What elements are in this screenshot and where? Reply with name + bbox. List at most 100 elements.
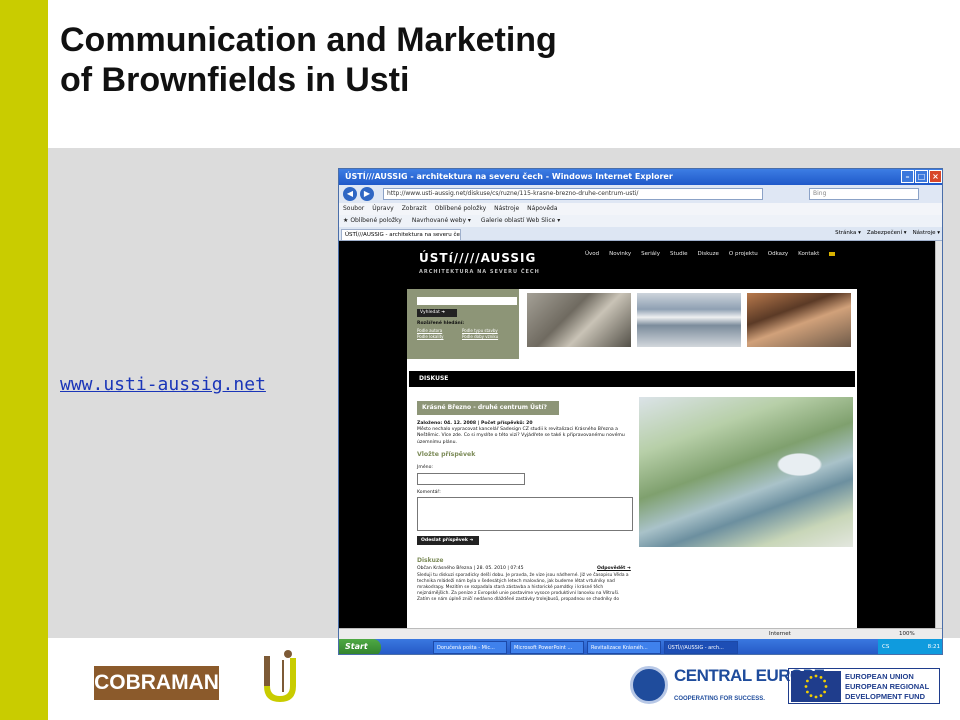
browser-title-bar: ÚSTÍ///AUSSIG - architektura na severu č… [339, 169, 942, 185]
nav-item[interactable]: Diskuze [698, 251, 719, 257]
nav-item[interactable]: Kontakt [798, 251, 819, 257]
building-photo [637, 293, 741, 347]
safety-menu[interactable]: Zabezpečení ▾ [867, 230, 907, 236]
search-input[interactable]: Bing [809, 188, 919, 200]
web-page: ÚSTí/////AUSSIG ARCHITEKTURA NA SEVERU Č… [339, 241, 937, 628]
menu-item[interactable]: Oblíbené položky [435, 205, 487, 213]
building-photo [747, 293, 851, 347]
menu-bar: Soubor Úpravy Zobrazit Oblíbené položky … [339, 203, 942, 215]
browser-tab[interactable]: ÚSTÍ///AUSSIG - architektura na severu č… [341, 229, 461, 241]
favorites-button[interactable]: ★ Oblíbené položky [343, 217, 402, 225]
comment-body: Sleduji tu diskuzi sporadicky delší dobu… [417, 573, 629, 602]
taskbar-items: Doručená pošta - Mic... Microsoft PowerP… [433, 641, 738, 654]
language-flag-icon[interactable] [829, 252, 836, 256]
discussion-meta: Založeno: 04. 12. 2008 | Počet příspěvků… [417, 421, 533, 426]
zoom-level[interactable]: 100% [899, 631, 915, 637]
website-link[interactable]: www.usti-aussig.net [60, 374, 266, 395]
page-menu[interactable]: Stránka ▾ [835, 230, 861, 236]
nav-item[interactable]: O projektu [729, 251, 758, 257]
tab-row: ÚSTÍ///AUSSIG - architektura na severu č… [339, 227, 942, 241]
name-label: Jméno: [417, 465, 433, 470]
name-field[interactable] [417, 473, 525, 485]
close-icon[interactable]: × [929, 170, 942, 183]
site-logo[interactable]: ÚSTí/////AUSSIG [419, 251, 536, 265]
command-bar: Stránka ▾ Zabezpečení ▾ Nástroje ▾ [835, 230, 940, 236]
site-tagline: ARCHITEKTURA NA SEVERU ČECH [419, 269, 540, 275]
browser-screenshot: ÚSTÍ///AUSSIG - architektura na severu č… [338, 168, 943, 655]
menu-item[interactable]: Zobrazit [402, 205, 427, 213]
favorites-item[interactable]: Galerie oblastí Web Slice ▾ [481, 217, 560, 225]
comment-label: Komentář: [417, 490, 441, 495]
eu-line: EUROPEAN UNION [845, 672, 914, 681]
post-form-heading: Vložte příspěvek [417, 451, 476, 458]
nav-item[interactable]: Seriály [641, 251, 660, 257]
taskbar-item[interactable]: Doručená pošta - Mic... [433, 641, 507, 654]
search-link[interactable]: Podle typu stavby [462, 328, 512, 333]
site-search-input[interactable] [417, 297, 517, 305]
site-content: Vyhledat ➜ Rozšířené hledání: Podle auto… [407, 289, 857, 628]
slide-title: Communication and Marketing of Brownfiel… [60, 20, 940, 100]
nav-item[interactable]: Novinky [609, 251, 631, 257]
menu-item[interactable]: Úpravy [372, 205, 393, 213]
window-controls: – □ × [901, 170, 942, 183]
forward-icon[interactable]: ▶ [360, 187, 374, 201]
maximize-icon[interactable]: □ [915, 170, 928, 183]
header-photos [527, 293, 851, 347]
favorites-bar: ★ Oblíbené položky Navrhované weby ▾ Gal… [339, 215, 942, 227]
discussion-heading: Diskuze [417, 557, 444, 564]
address-bar: ◀ ▶ http://www.usti-aussig.net/diskuse/c… [339, 185, 942, 203]
url-field[interactable]: http://www.usti-aussig.net/diskuse/cs/ru… [383, 188, 763, 200]
discussion-intro: Založeno: 04. 12. 2008 | Počet příspěvků… [417, 421, 625, 446]
menu-item[interactable]: Nápověda [527, 205, 557, 213]
reply-link[interactable]: Odpovědět ➜ [597, 566, 631, 571]
clock: 8:21 [927, 644, 940, 650]
building-photo [527, 293, 631, 347]
eu-flag-icon [791, 671, 841, 702]
discussion-text: Město nechalo vypracovat kancelář Sadesi… [417, 427, 625, 445]
comment-field[interactable] [417, 497, 633, 531]
advanced-search-label: Rozšířené hledání: [417, 321, 465, 326]
status-bar: Internet 100% [339, 628, 942, 639]
central-europe-emblem [630, 666, 668, 704]
page-scrollbar[interactable] [935, 241, 942, 628]
nav-item[interactable]: Úvod [585, 251, 599, 257]
cobraman-logo: COBRAMAN [94, 666, 219, 700]
site-search-button[interactable]: Vyhledat ➜ [417, 309, 457, 317]
taskbar-item[interactable]: Revitalizace Krásnéh... [587, 641, 661, 654]
eu-fund-text: EUROPEAN UNION EUROPEAN REGIONAL DEVELOP… [845, 672, 929, 702]
central-europe-logo: CENTRAL EUROPE COOPERATING FOR SUCCESS. [630, 664, 825, 706]
nav-item[interactable]: Studie [670, 251, 688, 257]
menu-item[interactable]: Nástroje [494, 205, 519, 213]
site-search-panel: Vyhledat ➜ Rozšířené hledání: Podle auto… [407, 289, 519, 359]
taskbar-item-active[interactable]: ÚSTÍ///AUSSIG - arch... [664, 641, 738, 654]
minimize-icon[interactable]: – [901, 170, 914, 183]
discussion-title: Krásné Březno - druhé centrum Ústí? [417, 401, 559, 415]
submit-post-button[interactable]: Odeslat příspěvek ➜ [417, 536, 479, 545]
central-europe-tagline: COOPERATING FOR SUCCESS. [674, 696, 765, 702]
site-navigation: Úvod Novinky Seriály Studie Diskuze O pr… [585, 251, 836, 257]
windows-taskbar: Start Doručená pošta - Mic... Microsoft … [339, 639, 942, 654]
taskbar-item[interactable]: Microsoft PowerPoint ... [510, 641, 584, 654]
favorites-item[interactable]: Navrhované weby ▾ [412, 217, 471, 225]
search-link[interactable]: Podle autora [417, 328, 461, 333]
start-button[interactable]: Start [339, 639, 381, 654]
search-link[interactable]: Podle lokality [417, 334, 461, 339]
menu-item[interactable]: Soubor [343, 205, 364, 213]
tools-menu[interactable]: Nástroje ▾ [913, 230, 940, 236]
search-link[interactable]: Podle doby vzniku [462, 334, 512, 339]
accent-bar [0, 0, 48, 720]
browser-title: ÚSTÍ///AUSSIG - architektura na severu č… [345, 172, 673, 181]
eu-line: DEVELOPMENT FUND [845, 692, 926, 701]
language-indicator[interactable]: CS [882, 644, 889, 650]
system-tray: CS 8:21 [878, 639, 942, 654]
ui-logo [264, 650, 296, 702]
security-zone: Internet [769, 631, 791, 637]
section-header: DISKUSE [409, 371, 855, 387]
back-icon[interactable]: ◀ [343, 187, 357, 201]
eu-fund-logo: EUROPEAN UNION EUROPEAN REGIONAL DEVELOP… [788, 668, 940, 704]
nav-item[interactable]: Odkazy [768, 251, 788, 257]
eu-line: EUROPEAN REGIONAL [845, 682, 930, 691]
title-line-1: Communication and Marketing [60, 21, 557, 59]
urban-plan-render [639, 397, 853, 547]
title-line-2: of Brownfields in Usti [60, 61, 410, 99]
